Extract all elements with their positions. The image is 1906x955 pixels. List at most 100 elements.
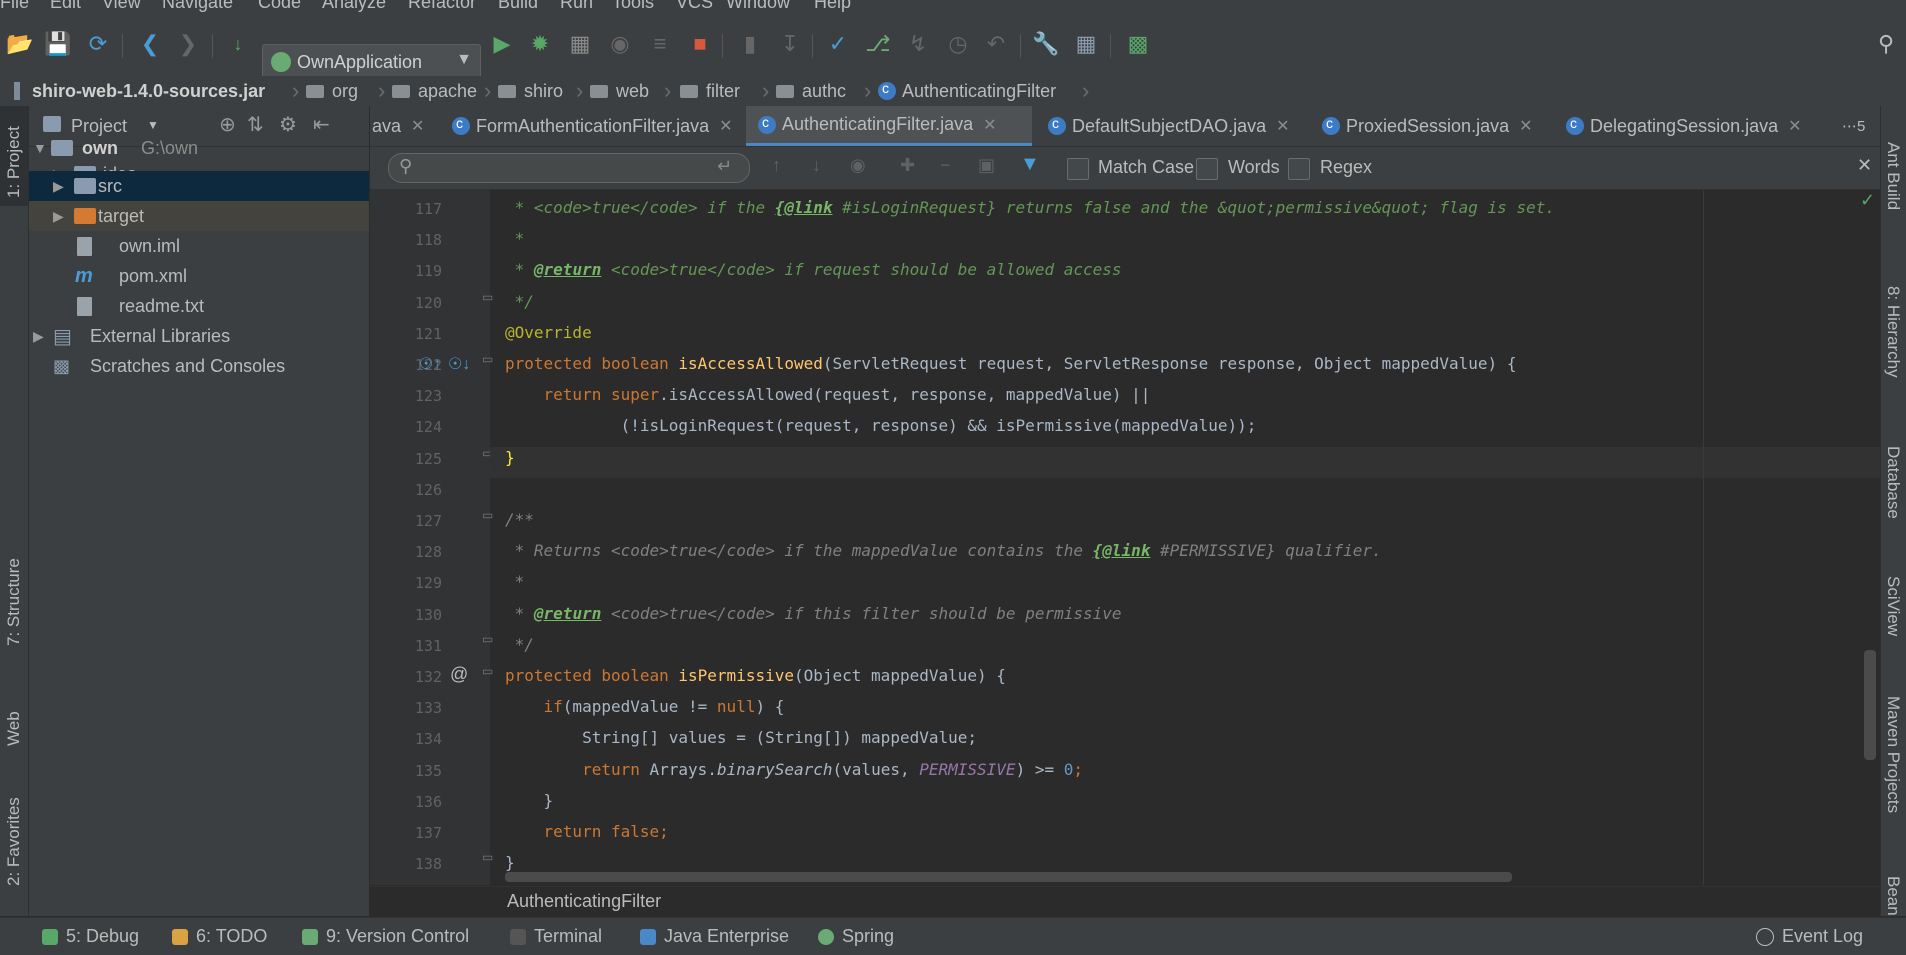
profile-icon[interactable]: ◉ <box>604 28 636 60</box>
menu-edit[interactable]: Edit <box>50 0 81 13</box>
menu-analyze[interactable]: Analyze <box>322 0 386 13</box>
terminal-tool-button[interactable]: Terminal <box>510 926 602 947</box>
search-everywhere-icon[interactable]: ⚲ <box>1870 28 1902 60</box>
ant-build-tool-button[interactable]: Ant Build <box>1881 106 1906 236</box>
tree-item-scratches[interactable]: ▩ Scratches and Consoles <box>29 351 369 381</box>
menu-help[interactable]: Help <box>814 0 851 13</box>
vcs-update-icon[interactable]: ✓ <box>822 28 854 60</box>
breadcrumb-class[interactable]: AuthenticatingFilter <box>878 80 1056 102</box>
close-icon[interactable]: ✕ <box>719 116 732 136</box>
tree-item-readme[interactable]: readme.txt <box>29 291 369 321</box>
save-icon[interactable]: 💾 <box>42 28 74 60</box>
tree-item-src[interactable]: ▶ src <box>29 171 369 201</box>
search-input[interactable]: ⚲ ↵ <box>388 153 750 183</box>
web-tool-window-button[interactable]: Web <box>0 686 28 756</box>
close-icon[interactable]: ✕ <box>1276 116 1289 136</box>
run-icon[interactable]: ▶ <box>486 28 518 60</box>
current-class-breadcrumb[interactable]: AuthenticatingFilter <box>507 891 661 912</box>
remove-occurrence-icon[interactable]: − <box>940 155 951 176</box>
sync-icon[interactable]: ⟳ <box>82 28 114 60</box>
close-icon[interactable]: ✕ <box>411 116 424 136</box>
debug-icon[interactable]: ✹ <box>524 28 556 60</box>
fold-icon[interactable]: ▭ <box>482 632 493 646</box>
close-icon[interactable]: ✕ <box>983 115 996 135</box>
fold-icon[interactable]: ▭ <box>482 352 493 366</box>
tab-form-authentication-filter[interactable]: FormAuthenticationFilter.java ✕ <box>440 106 742 146</box>
menu-run[interactable]: Run <box>560 0 593 13</box>
tab-overflow[interactable]: ava ✕ <box>370 106 440 146</box>
run-configuration-select[interactable]: OwnApplication ▼ <box>262 44 481 80</box>
overridden-method-icon[interactable]: ☉↓ <box>448 354 470 374</box>
coverage-icon[interactable]: ▦ <box>564 28 596 60</box>
breadcrumb-authc[interactable]: authc <box>776 80 846 102</box>
debug-tool-button[interactable]: 5: Debug <box>42 926 139 947</box>
build-project-icon[interactable]: ↓ <box>222 28 254 60</box>
filter-icon[interactable]: ▼ <box>1020 153 1040 176</box>
java-enterprise-tool-button[interactable]: Java Enterprise <box>640 926 789 947</box>
menu-refactor[interactable]: Refactor <box>408 0 476 13</box>
tree-item-external-libraries[interactable]: ▶ ▤ External Libraries <box>29 321 369 351</box>
tab-authenticating-filter[interactable]: AuthenticatingFilter.java ✕ <box>746 106 1032 146</box>
words-checkbox[interactable] <box>1196 158 1218 180</box>
fold-icon[interactable]: ▭ <box>482 850 493 864</box>
next-occurrence-icon[interactable]: ↓ <box>812 155 821 176</box>
menu-window[interactable]: Window <box>726 0 790 13</box>
structure-tool-window-button[interactable]: 7: Structure <box>0 536 28 656</box>
spring-tool-button[interactable]: Spring <box>818 926 894 947</box>
database-tool-button[interactable]: Database <box>1881 416 1906 536</box>
horizontal-scrollbar[interactable] <box>505 872 1512 882</box>
breadcrumb-jar[interactable]: shiro-web-1.4.0-sources.jar <box>14 80 265 102</box>
vcs-compare-icon[interactable]: ↯ <box>902 28 934 60</box>
close-icon[interactable]: ✕ <box>1857 155 1872 176</box>
regex-checkbox[interactable] <box>1288 158 1310 180</box>
open-folder-icon[interactable]: 📂 <box>4 28 36 60</box>
vcs-commit-icon[interactable]: ⎇ <box>862 28 894 60</box>
hierarchy-tool-button[interactable]: 8: Hierarchy <box>1881 256 1906 396</box>
tab-delegating-session[interactable]: DelegatingSession.java ✕ <box>1554 106 1804 146</box>
attach-debugger-icon[interactable]: ▮ <box>734 28 766 60</box>
project-tool-window-button[interactable]: 1: Project <box>0 106 28 206</box>
breadcrumb-filter[interactable]: filter <box>680 80 740 102</box>
menu-vcs[interactable]: VCS <box>676 0 713 13</box>
menu-navigate[interactable]: Navigate <box>162 0 233 13</box>
vcs-revert-icon[interactable]: ↶ <box>980 28 1012 60</box>
menu-build[interactable]: Build <box>498 0 538 13</box>
annotation-marker-icon[interactable]: @ <box>450 664 468 685</box>
event-log-button[interactable]: Event Log <box>1756 926 1863 947</box>
stop-icon[interactable]: ■ <box>684 28 716 60</box>
chevron-down-icon[interactable]: ▼ <box>147 118 159 132</box>
tree-item-pom-xml[interactable]: m pom.xml <box>29 261 369 291</box>
overrides-method-icon[interactable]: ☉↑ <box>419 354 441 374</box>
breadcrumb-shiro[interactable]: shiro <box>498 80 563 102</box>
version-control-tool-button[interactable]: 9: Version Control <box>302 926 469 947</box>
fold-icon[interactable]: ▭ <box>482 508 493 522</box>
match-case-checkbox[interactable] <box>1067 158 1089 180</box>
code-editor[interactable]: 117 118 119 120 121 122 123 124 125 126 … <box>370 190 1880 885</box>
breadcrumb-web[interactable]: web <box>590 80 649 102</box>
find-all-icon[interactable]: ◉ <box>850 155 866 176</box>
sciview-tool-button[interactable]: SciView <box>1881 546 1906 656</box>
tree-item-own-iml[interactable]: own.iml <box>29 231 369 261</box>
close-icon[interactable]: ✕ <box>1519 116 1532 136</box>
breadcrumb-org[interactable]: org <box>306 80 358 102</box>
todo-tool-button[interactable]: 6: TODO <box>172 926 267 947</box>
menu-file[interactable]: File <box>0 0 29 13</box>
project-structure-icon[interactable]: ▦ <box>1070 28 1102 60</box>
no-problems-check-icon[interactable]: ✓ <box>1860 190 1875 211</box>
previous-occurrence-icon[interactable]: ↑ <box>772 155 781 176</box>
vcs-history-icon[interactable]: ◷ <box>942 28 974 60</box>
settings-wrench-icon[interactable]: 🔧 <box>1030 28 1062 60</box>
sdk-manager-icon[interactable]: ▩ <box>1122 28 1154 60</box>
forward-icon[interactable]: ❯ <box>172 28 204 60</box>
bean-tool-button[interactable]: Bean <box>1881 866 1906 916</box>
fold-icon[interactable]: ▭ <box>482 290 493 304</box>
menu-view[interactable]: View <box>102 0 141 13</box>
add-occurrence-icon[interactable]: ✚ <box>900 155 915 176</box>
tab-default-subject-dao[interactable]: DefaultSubjectDAO.java ✕ <box>1036 106 1306 146</box>
select-all-occurrences-icon[interactable]: ▣ <box>978 155 995 176</box>
menu-tools[interactable]: Tools <box>612 0 654 13</box>
tab-list-button[interactable]: ⋯5 <box>1842 106 1880 146</box>
tree-item-target[interactable]: ▶ target <box>29 201 369 231</box>
maven-projects-tool-button[interactable]: Maven Projects <box>1881 666 1906 826</box>
concurrency-icon[interactable]: ≡ <box>644 28 676 60</box>
